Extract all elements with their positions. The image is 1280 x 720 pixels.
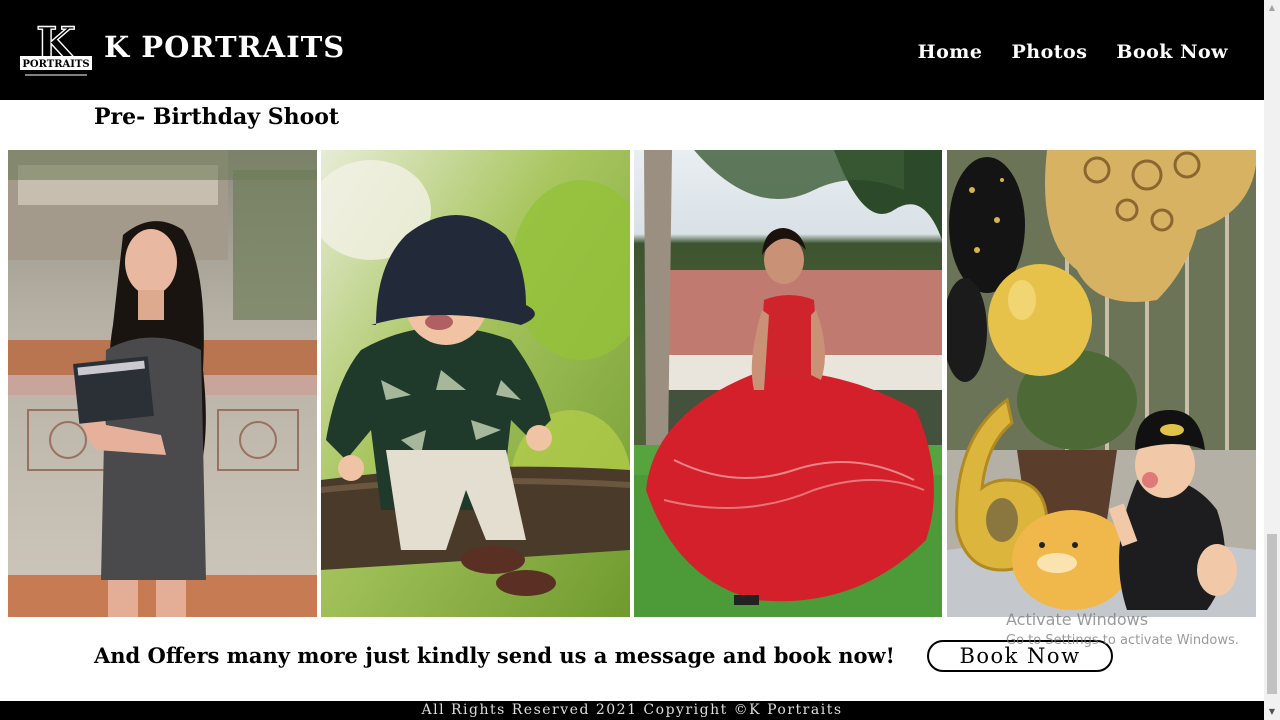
brand-name[interactable]: K PORTRAITS [104, 30, 345, 64]
watermark-subtitle: Go to Settings to activate Windows. [1006, 633, 1239, 648]
photo-toddler-in-bucket-hat[interactable] [321, 150, 630, 617]
activate-windows-watermark: Activate Windows Go to Settings to activ… [1006, 610, 1239, 648]
k-portraits-logo[interactable]: K PORTRAITS [19, 20, 93, 82]
photo-girl-holding-book[interactable] [8, 150, 317, 617]
watermark-title: Activate Windows [1006, 610, 1149, 629]
site-header: K PORTRAITS K PORTRAITS Home Photos Book… [0, 0, 1264, 100]
section-title: Pre- Birthday Shoot [94, 104, 340, 130]
photo-baby-with-balloons[interactable] [947, 150, 1256, 617]
photo-woman-in-red-gown[interactable] [634, 150, 942, 617]
offer-text: And Offers many more just kindly send us… [94, 643, 895, 668]
scrollbar-thumb[interactable] [1267, 534, 1277, 694]
vertical-scrollbar[interactable]: ▲ ▼ [1264, 0, 1280, 720]
photo-gallery [8, 150, 1256, 617]
nav-book-now[interactable]: Book Now [1116, 41, 1228, 63]
nav-home[interactable]: Home [918, 41, 983, 63]
page: K PORTRAITS K PORTRAITS Home Photos Book… [0, 0, 1264, 720]
nav-photos[interactable]: Photos [1011, 41, 1087, 63]
site-footer: All Rights Reserved 2021 Copyright ©K Po… [0, 701, 1264, 720]
scroll-up-arrow-icon[interactable]: ▲ [1264, 0, 1280, 16]
svg-text:PORTRAITS: PORTRAITS [22, 59, 89, 70]
main-nav: Home Photos Book Now [918, 41, 1228, 63]
scroll-down-arrow-icon[interactable]: ▼ [1264, 704, 1280, 720]
